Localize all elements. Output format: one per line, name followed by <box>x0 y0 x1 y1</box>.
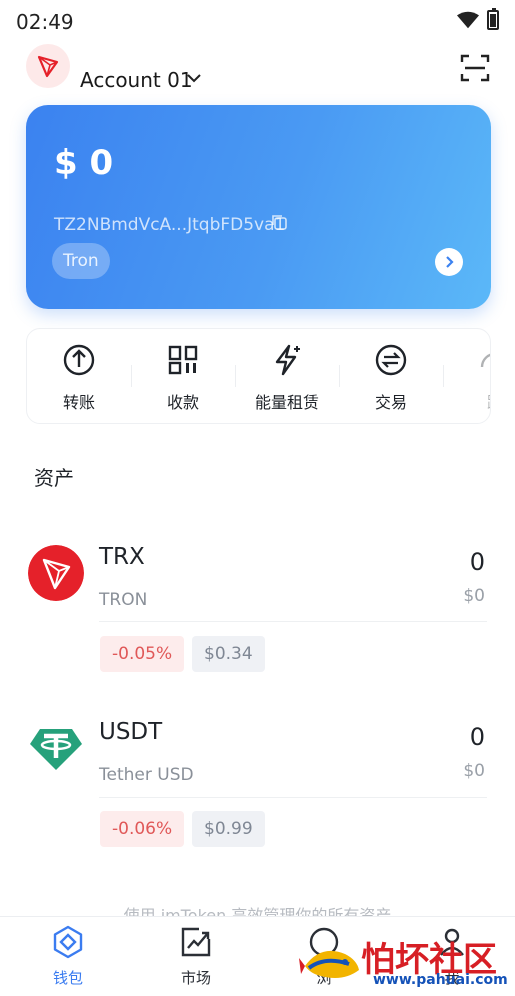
price-change-badge: -0.05% <box>100 636 185 672</box>
price-badge: $0.99 <box>192 811 265 847</box>
tab-wallet[interactable]: 钱包 <box>4 917 132 996</box>
asset-row-usdt[interactable]: USDT Tether USD 0 $0 -0.06% $0.99 <box>0 715 515 885</box>
status-bar: 02:49 <box>0 0 515 44</box>
asset-symbol: USDT <box>99 719 163 745</box>
account-avatar[interactable] <box>26 44 70 88</box>
action-label: 收款 <box>166 393 199 412</box>
bridge-icon <box>480 353 490 368</box>
price-badge: $0.34 <box>192 636 265 672</box>
wifi-icon <box>457 11 479 29</box>
battery-icon <box>487 8 499 30</box>
action-label: 跨 <box>443 389 490 413</box>
price-change-badge: -0.06% <box>100 811 185 847</box>
asset-symbol: TRX <box>99 544 145 570</box>
action-bridge[interactable]: 跨 <box>443 329 490 423</box>
wallet-icon <box>53 925 83 959</box>
asset-amount: 0 <box>469 723 485 751</box>
action-label: 转账 <box>62 393 95 412</box>
total-balance: $ 0 <box>54 143 114 183</box>
assets-title: 资产 <box>34 466 74 490</box>
energy-icon <box>275 344 300 376</box>
asset-value: $0 <box>463 761 485 781</box>
tether-logo-icon <box>30 729 82 770</box>
action-transfer[interactable]: 转账 <box>27 329 131 423</box>
watermark-url: www.pahuai.com <box>373 972 508 988</box>
asset-row-trx[interactable]: TRX TRON 0 $0 -0.05% $0.34 <box>0 540 515 710</box>
action-label: 能量租赁 <box>254 393 319 412</box>
market-icon <box>181 927 211 957</box>
tab-label: 钱包 <box>52 969 83 987</box>
asset-value: $0 <box>463 586 485 606</box>
action-label: 交易 <box>374 393 407 412</box>
account-header: Account 01 <box>26 44 491 94</box>
status-icons <box>457 8 499 30</box>
qr-code-icon <box>168 345 198 375</box>
action-swap[interactable]: 交易 <box>339 329 443 423</box>
tron-avatar-icon <box>37 55 59 78</box>
asset-divider <box>99 621 487 622</box>
asset-name: TRON <box>99 590 148 610</box>
scan-icon[interactable] <box>459 52 491 84</box>
balance-card[interactable]: $ 0 TZ2NBmdVcA...JtqbFD5va1 Tron <box>26 105 491 309</box>
asset-divider <box>99 797 487 798</box>
swap-icon <box>375 344 407 376</box>
chevron-down-icon[interactable] <box>186 70 202 86</box>
asset-name: Tether USD <box>99 765 194 785</box>
chain-badge: Tron <box>52 243 110 279</box>
fish-logo-icon <box>299 950 359 978</box>
quick-actions: 转账 收款 能量租赁 交易 跨 <box>26 328 491 424</box>
asset-amount: 0 <box>469 548 485 576</box>
action-energy-rental[interactable]: 能量租赁 <box>235 329 339 423</box>
transfer-icon <box>63 344 95 376</box>
card-detail-button[interactable] <box>435 248 463 276</box>
wallet-address: TZ2NBmdVcA...JtqbFD5va1 <box>54 215 286 235</box>
tab-market[interactable]: 市场 <box>132 917 260 996</box>
account-name[interactable]: Account 01 <box>80 68 193 92</box>
tron-logo-icon <box>28 545 84 601</box>
site-watermark: 怕坏社区 www.pahuai.com <box>299 930 509 992</box>
copy-icon[interactable] <box>270 213 288 231</box>
status-time: 02:49 <box>16 10 74 34</box>
action-receive[interactable]: 收款 <box>131 329 235 423</box>
chevron-right-icon <box>446 256 454 268</box>
tab-label: 市场 <box>180 969 211 987</box>
